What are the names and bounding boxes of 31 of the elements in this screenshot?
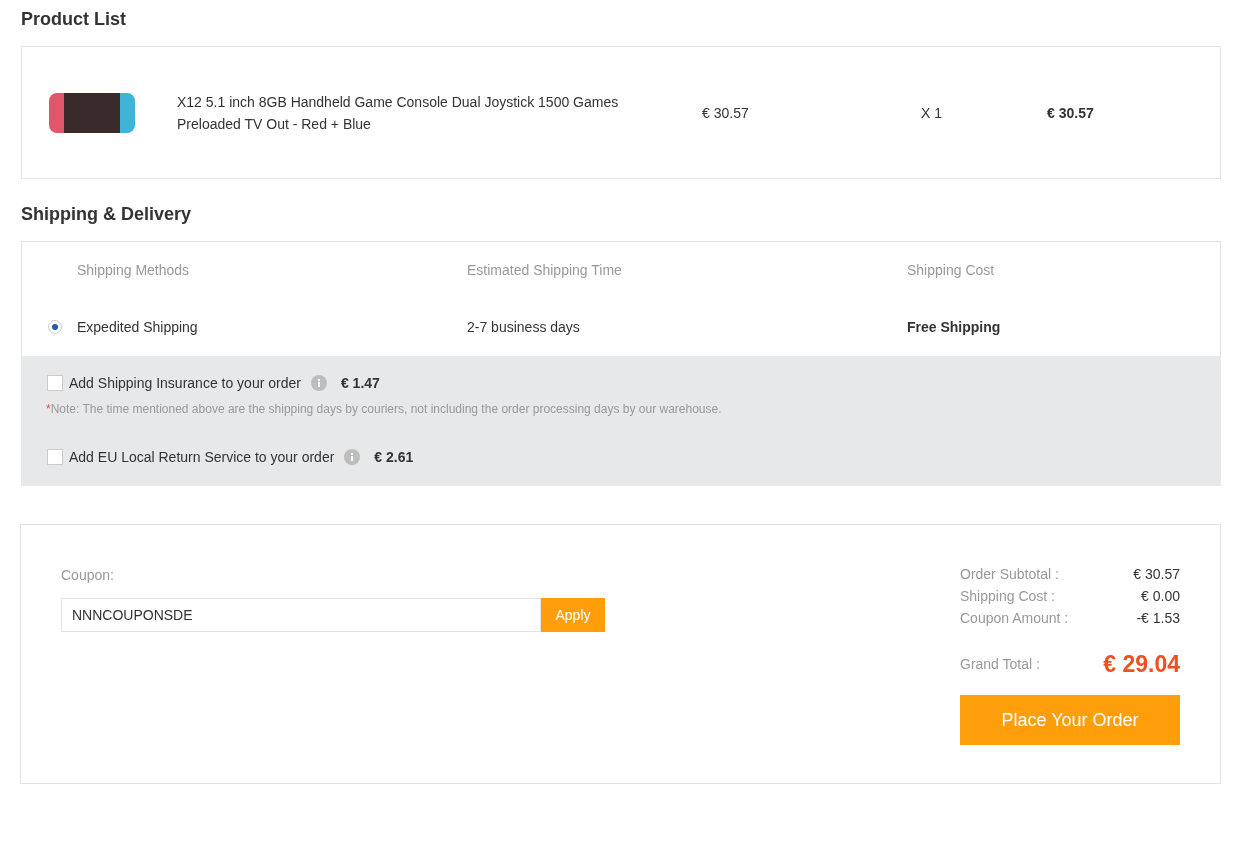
product-name[interactable]: X12 5.1 inch 8GB Handheld Game Console Dual Joystick 1500 Games Preloaded TV Out - Red + Blue [177,90,637,135]
summary-label: Coupon Amount : [960,610,1069,626]
column-header: Estimated Shipping Time [467,262,622,278]
product-price: € 30.57 [702,104,750,121]
grand-total-value: € 29.04 [1103,650,1180,678]
summary-label: Order Subtotal : [960,566,1059,582]
option-label[interactable]: Add EU Local Return Service to your order [69,449,335,465]
option-label[interactable]: Add Shipping Insurance to your order [69,375,301,391]
checkbox[interactable] [47,449,63,465]
summary-label: Shipping Cost : [960,588,1055,604]
info-icon[interactable] [310,375,327,391]
option-price: € 2.61 [374,449,414,465]
shipping-cost: Free Shipping [907,319,1001,335]
section-title: Product List [21,8,127,31]
option-price: € 1.47 [340,375,380,391]
column-header: Shipping Cost [907,262,995,278]
column-header: Shipping Methods [77,262,190,278]
summary-value: -€ 1.53 [1136,610,1180,626]
coupon-label: Coupon: [61,567,115,583]
product-quantity: X 1 [921,104,943,121]
shipping-note: *Note: The time mentioned above are the shipping days by couriers, not including the order processing days by our warehouse. [46,402,723,416]
shipping-method: Expedited Shipping [77,319,198,335]
product-total: € 30.57 [1047,104,1094,121]
shipping-time: 2-7 business days [467,319,580,335]
summary-value: € 30.57 [1133,566,1180,582]
grand-total-label: Grand Total : [960,656,1040,672]
coupon-field[interactable]: NNNCOUPONSDE [61,598,541,632]
info-icon[interactable] [344,449,361,465]
checkbox[interactable] [47,375,63,391]
section-title: Shipping & Delivery [21,203,193,226]
summary-value: € 0.00 [1141,588,1180,604]
